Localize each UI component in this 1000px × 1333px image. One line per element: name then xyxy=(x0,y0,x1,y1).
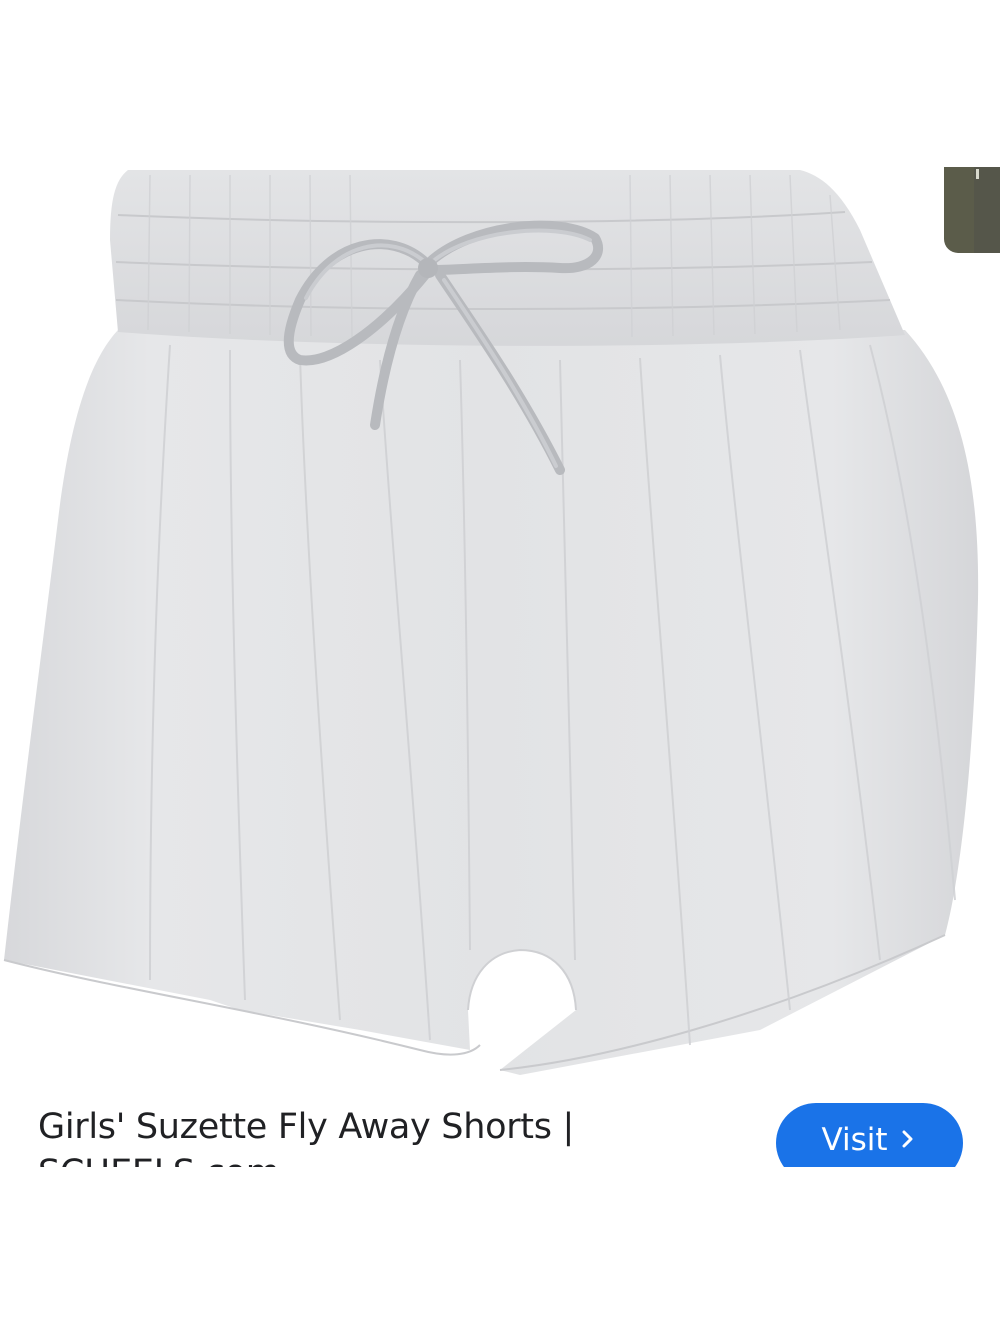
result-title[interactable]: Girls' Suzette Fly Away Shorts | SCHEELS… xyxy=(38,1104,728,1167)
product-image-area[interactable] xyxy=(0,0,1000,1075)
next-result-thumbnail[interactable] xyxy=(944,167,1000,253)
image-preview-screen: Girls' Suzette Fly Away Shorts | SCHEELS… xyxy=(0,0,1000,1333)
visit-button[interactable]: Visit xyxy=(776,1103,963,1167)
chevron-right-icon xyxy=(898,1124,918,1154)
product-image[interactable] xyxy=(0,0,1000,1075)
blank-area xyxy=(0,1167,1000,1333)
visit-button-label: Visit xyxy=(821,1122,888,1158)
result-caption: Girls' Suzette Fly Away Shorts | SCHEELS… xyxy=(0,1075,1000,1167)
